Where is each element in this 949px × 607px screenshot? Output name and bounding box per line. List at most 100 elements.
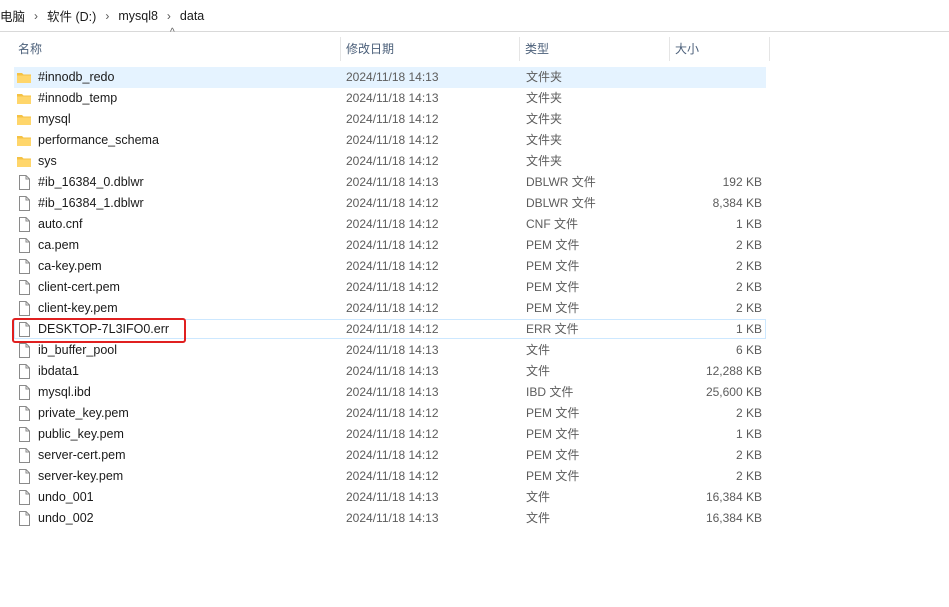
- file-name: mysql.ibd: [38, 385, 91, 399]
- file-row[interactable]: #ib_16384_1.dblwr 2024/11/18 14:12 DBLWR 文…: [0, 193, 770, 214]
- file-row[interactable]: ca.pem 2024/11/18 14:12 PEM 文件 2 KB: [0, 235, 770, 256]
- file-name: private_key.pem: [38, 406, 129, 420]
- file-icon: [16, 217, 32, 232]
- file-size: [672, 130, 762, 151]
- file-name: mysql: [38, 112, 71, 126]
- file-row[interactable]: client-key.pem 2024/11/18 14:12 PEM 文件 2 KB: [0, 298, 770, 319]
- file-size: 1 KB: [735, 217, 762, 231]
- column-divider[interactable]: [769, 37, 770, 61]
- file-row[interactable]: mysql.ibd 2024/11/18 14:13 IBD 文件 25,600 KB: [0, 382, 770, 403]
- column-header-name[interactable]: 名称: [12, 37, 340, 61]
- file-row[interactable]: sys 2024/11/18 14:12 文件夹: [0, 151, 770, 172]
- file-name: #innodb_redo: [38, 70, 115, 84]
- file-type: PEM 文件: [526, 406, 580, 420]
- column-header-row: 名称 修改日期 类型 大小: [0, 37, 770, 61]
- file-type: 文件夹: [526, 91, 563, 105]
- file-name: client-cert.pem: [38, 280, 120, 294]
- chevron-right-icon[interactable]: ›: [96, 9, 118, 23]
- file-name: client-key.pem: [38, 301, 118, 315]
- column-header-size[interactable]: 大小: [669, 37, 769, 61]
- file-icon: [16, 280, 32, 295]
- file-row[interactable]: #innodb_temp 2024/11/18 14:13 文件夹: [0, 88, 770, 109]
- file-modified-date: 2024/11/18 14:13: [346, 385, 439, 399]
- file-name: #ib_16384_1.dblwr: [38, 196, 144, 210]
- file-type: IBD 文件: [526, 385, 574, 399]
- file-icon: [16, 385, 32, 400]
- file-row[interactable]: performance_schema 2024/11/18 14:12 文件夹: [0, 130, 770, 151]
- file-icon: [16, 406, 32, 421]
- file-size: 2 KB: [735, 238, 762, 252]
- file-modified-date: 2024/11/18 14:12: [346, 112, 439, 126]
- file-size: 1 KB: [735, 427, 762, 441]
- file-row[interactable]: ibdata1 2024/11/18 14:13 文件 12,288 KB: [0, 361, 770, 382]
- file-row[interactable]: #innodb_redo 2024/11/18 14:13 文件夹: [0, 67, 770, 88]
- breadcrumb-item-drive-d[interactable]: 软件 (D:): [47, 6, 96, 25]
- file-row[interactable]: ca-key.pem 2024/11/18 14:12 PEM 文件 2 KB: [0, 256, 770, 277]
- breadcrumb-item-mysql8[interactable]: mysql8: [118, 9, 158, 23]
- file-size: [672, 67, 762, 88]
- file-row[interactable]: #ib_16384_0.dblwr 2024/11/18 14:13 DBLWR 文…: [0, 172, 770, 193]
- file-row[interactable]: server-key.pem 2024/11/18 14:12 PEM 文件 2 KB: [0, 466, 770, 487]
- file-modified-date: 2024/11/18 14:13: [346, 511, 439, 525]
- file-type: PEM 文件: [526, 448, 580, 462]
- file-icon: [16, 238, 32, 253]
- file-name: undo_001: [38, 490, 94, 504]
- file-row[interactable]: mysql 2024/11/18 14:12 文件夹: [0, 109, 770, 130]
- file-type: DBLWR 文件: [526, 196, 596, 210]
- column-header-date[interactable]: 修改日期: [340, 37, 520, 61]
- file-icon: [16, 364, 32, 379]
- file-name: ib_buffer_pool: [38, 343, 118, 357]
- file-row[interactable]: undo_002 2024/11/18 14:13 文件 16,384 KB: [0, 508, 770, 529]
- file-row[interactable]: ib_buffer_pool 2024/11/18 14:13 文件 6 KB: [0, 340, 770, 361]
- file-row[interactable]: public_key.pem 2024/11/18 14:12 PEM 文件 1 KB: [0, 424, 770, 445]
- file-size: 2 KB: [735, 406, 762, 420]
- file-row[interactable]: undo_001 2024/11/18 14:13 文件 16,384 KB: [0, 487, 770, 508]
- file-type: 文件夹: [526, 112, 563, 126]
- file-name: sys: [38, 154, 57, 168]
- file-modified-date: 2024/11/18 14:12: [346, 259, 439, 273]
- breadcrumb-item-data[interactable]: data: [180, 9, 204, 23]
- file-row[interactable]: private_key.pem 2024/11/18 14:12 PEM 文件 2 K…: [0, 403, 770, 424]
- file-size: [672, 109, 762, 130]
- file-type: PEM 文件: [526, 427, 580, 441]
- folder-icon: [16, 112, 32, 127]
- file-modified-date: 2024/11/18 14:12: [346, 238, 439, 252]
- file-name: public_key.pem: [38, 427, 124, 441]
- file-name: performance_schema: [38, 133, 159, 147]
- file-modified-date: 2024/11/18 14:12: [346, 217, 439, 231]
- file-size: 16,384 KB: [705, 490, 762, 504]
- file-type: 文件: [526, 490, 551, 504]
- file-size: 2 KB: [735, 448, 762, 462]
- file-type: PEM 文件: [526, 301, 580, 315]
- breadcrumb-item-computer[interactable]: 电脑: [0, 6, 25, 25]
- file-type: PEM 文件: [526, 259, 580, 273]
- breadcrumb: 电脑 › 软件 (D:) › mysql8 › data: [0, 0, 949, 32]
- file-modified-date: 2024/11/18 14:13: [346, 364, 439, 378]
- file-row[interactable]: auto.cnf 2024/11/18 14:12 CNF 文件 1 KB: [0, 214, 770, 235]
- file-type: 文件: [526, 364, 551, 378]
- folder-icon: [16, 133, 32, 148]
- file-size: 6 KB: [735, 343, 762, 357]
- file-name: ca-key.pem: [38, 259, 102, 273]
- file-icon: [16, 343, 32, 358]
- file-icon: [16, 511, 32, 526]
- highlight-annotation: [12, 318, 186, 343]
- file-row[interactable]: client-cert.pem 2024/11/18 14:12 PEM 文件 2 K…: [0, 277, 770, 298]
- file-name: auto.cnf: [38, 217, 83, 231]
- file-type: 文件: [526, 511, 551, 525]
- file-modified-date: 2024/11/18 14:12: [346, 280, 439, 294]
- column-header-type[interactable]: 类型: [519, 37, 669, 61]
- file-row[interactable]: server-cert.pem 2024/11/18 14:12 PEM 文件 2 K…: [0, 445, 770, 466]
- chevron-right-icon[interactable]: ›: [158, 9, 180, 23]
- file-size: 12,288 KB: [705, 364, 762, 378]
- file-type: PEM 文件: [526, 280, 580, 294]
- file-modified-date: 2024/11/18 14:12: [346, 196, 439, 210]
- file-type: CNF 文件: [526, 217, 578, 231]
- file-icon: [16, 469, 32, 484]
- file-list: #innodb_redo 2024/11/18 14:13 文件夹 #innodb_t…: [0, 67, 770, 529]
- file-size: 2 KB: [735, 259, 762, 273]
- file-name: #ib_16384_0.dblwr: [38, 175, 144, 189]
- file-icon: [16, 196, 32, 211]
- file-name: ibdata1: [38, 364, 80, 378]
- chevron-right-icon[interactable]: ›: [25, 9, 47, 23]
